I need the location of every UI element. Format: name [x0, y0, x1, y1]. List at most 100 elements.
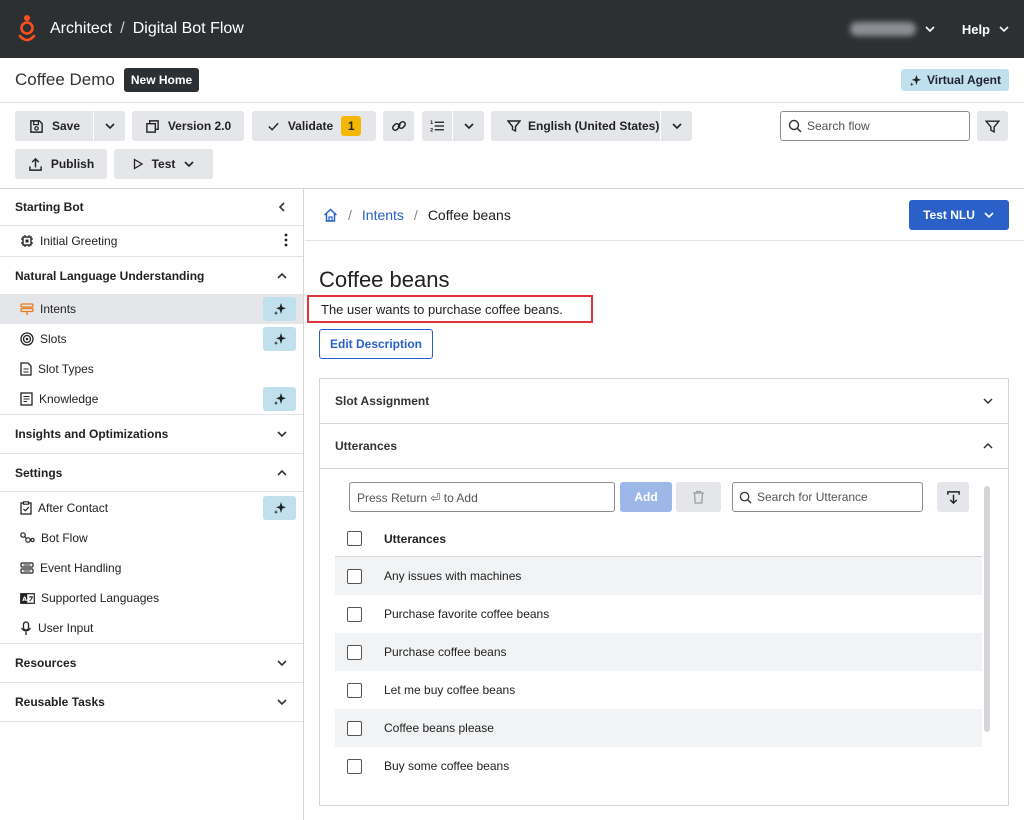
select-all-checkbox[interactable] — [347, 531, 362, 546]
sidebar-item-slot-types[interactable]: Slot Types — [0, 354, 303, 384]
ai-assist-button[interactable] — [263, 387, 296, 411]
filter-icon — [985, 119, 1000, 133]
search-icon — [788, 119, 802, 133]
version-button[interactable]: Version 2.0 — [132, 111, 244, 141]
nlu-section: Natural Language Understanding Intents S… — [0, 257, 303, 415]
sidebar-item-after-contact[interactable]: After Contact — [0, 493, 303, 523]
chevron-down-icon[interactable] — [998, 23, 1010, 35]
ai-assist-button[interactable] — [263, 327, 296, 351]
chevron-up-icon[interactable] — [276, 467, 288, 479]
search-flow-input[interactable]: Search flow — [780, 111, 970, 141]
row-checkbox[interactable] — [347, 568, 362, 584]
test-nlu-button[interactable]: Test NLU — [909, 200, 1009, 230]
sidebar-item-label: Event Handling — [40, 561, 122, 575]
add-utterance-button[interactable]: Add — [620, 482, 672, 512]
user-name-blurred[interactable] — [849, 22, 916, 36]
svg-text:1: 1 — [430, 120, 433, 126]
scrollbar[interactable] — [984, 486, 990, 732]
chevron-down-icon[interactable] — [924, 23, 936, 35]
chevron-up-icon[interactable] — [276, 270, 288, 282]
import-icon — [946, 490, 960, 504]
settings-header[interactable]: Settings — [0, 454, 303, 492]
import-button[interactable] — [937, 482, 969, 512]
intent-details-panel: Slot Assignment Utterances Press Return … — [319, 378, 1009, 806]
filter-button[interactable] — [977, 111, 1008, 141]
breadcrumb-separator: / — [120, 20, 125, 37]
virtual-agent-button[interactable]: Virtual Agent — [900, 69, 1009, 91]
kebab-icon[interactable] — [284, 233, 288, 247]
sidebar-item-event-handling[interactable]: Event Handling — [0, 553, 303, 583]
intent-icon — [20, 303, 34, 315]
app-breadcrumb: Architect / Digital Bot Flow — [50, 20, 244, 38]
utterances-header[interactable]: Utterances — [320, 424, 1008, 469]
sidebar-item-bot-flow[interactable]: Bot Flow — [0, 523, 303, 553]
outline-button[interactable]: 12 — [422, 119, 452, 133]
sidebar-item-supported-languages[interactable]: A Supported Languages — [0, 583, 303, 613]
breadcrumb-architect[interactable]: Architect — [50, 20, 112, 38]
sidebar-item-label: Slots — [40, 332, 67, 346]
resources-header[interactable]: Resources — [0, 644, 303, 682]
utterance-text: Coffee beans please — [384, 721, 494, 735]
table-row: Purchase favorite coffee beans — [335, 595, 982, 633]
row-checkbox[interactable] — [347, 720, 362, 736]
chevron-left-icon[interactable] — [276, 201, 288, 213]
chevron-down-icon[interactable] — [276, 428, 288, 440]
edit-description-button[interactable]: Edit Description — [319, 329, 433, 359]
row-checkbox[interactable] — [347, 644, 362, 660]
sidebar-item-slots[interactable]: Slots — [0, 324, 303, 354]
table-row: Any issues with machines — [335, 557, 982, 595]
genesys-logo[interactable] — [16, 14, 38, 44]
test-button[interactable]: Test — [114, 149, 213, 179]
outline-split-button[interactable]: 12 — [422, 111, 484, 141]
home-icon[interactable] — [323, 208, 338, 222]
sparkle-icon — [273, 502, 286, 514]
sidebar-item-initial-greeting[interactable]: Initial Greeting — [0, 226, 303, 256]
reusable-tasks-header[interactable]: Reusable Tasks — [0, 683, 303, 721]
resources-section: Resources — [0, 644, 303, 683]
reusable-tasks-title: Reusable Tasks — [15, 695, 105, 709]
publish-button[interactable]: Publish — [15, 149, 107, 179]
ai-assist-button[interactable] — [263, 496, 296, 520]
breadcrumb-separator: / — [413, 207, 418, 223]
language-label: English (United States) — [528, 119, 660, 133]
starting-bot-header[interactable]: Starting Bot — [0, 189, 303, 226]
utterance-input-placeholder: Press Return ⏎ to Add — [357, 491, 478, 505]
filter-icon — [507, 120, 521, 133]
chevron-down-icon[interactable] — [276, 657, 288, 669]
chip-icon — [21, 235, 33, 247]
row-checkbox[interactable] — [347, 606, 362, 622]
svg-text:2: 2 — [430, 128, 433, 133]
new-home-badge[interactable]: New Home — [123, 68, 200, 92]
slot-assignment-header[interactable]: Slot Assignment — [320, 379, 1008, 424]
sidebar-item-intents[interactable]: Intents — [0, 294, 303, 324]
ai-assist-button[interactable] — [263, 297, 296, 321]
sidebar-item-label: Intents — [40, 302, 77, 316]
breadcrumb-intents-link[interactable]: Intents — [362, 207, 404, 223]
link-button[interactable] — [383, 111, 414, 141]
sidebar-item-user-input[interactable]: User Input — [0, 613, 303, 643]
nlu-header[interactable]: Natural Language Understanding — [0, 257, 303, 294]
utterance-input[interactable]: Press Return ⏎ to Add — [349, 482, 615, 512]
insights-section: Insights and Optimizations — [0, 415, 303, 454]
insights-header[interactable]: Insights and Optimizations — [0, 415, 303, 453]
sidebar: Starting Bot Initial Greeting Natural La… — [0, 189, 304, 820]
outline-menu-button[interactable] — [453, 120, 484, 132]
save-split-button[interactable]: Save — [15, 111, 125, 141]
utterance-search-input[interactable]: Search for Utterance — [732, 482, 923, 512]
flow-icon — [20, 532, 35, 543]
row-checkbox[interactable] — [347, 682, 362, 698]
resources-title: Resources — [15, 656, 77, 670]
target-icon — [20, 332, 34, 346]
delete-button[interactable] — [676, 482, 721, 512]
language-menu-button[interactable] — [661, 120, 692, 132]
save-menu-button[interactable] — [94, 120, 125, 132]
sidebar-item-knowledge[interactable]: Knowledge — [0, 384, 303, 414]
chevron-down-icon[interactable] — [276, 696, 288, 708]
help-menu[interactable]: Help — [962, 22, 990, 37]
save-button[interactable]: Save — [15, 119, 93, 134]
book-icon — [20, 392, 33, 406]
language-split-button[interactable]: English (United States) — [491, 111, 692, 141]
row-checkbox[interactable] — [347, 758, 362, 774]
validate-button[interactable]: Validate 1 — [252, 111, 376, 141]
language-button[interactable]: English (United States) — [491, 119, 660, 133]
